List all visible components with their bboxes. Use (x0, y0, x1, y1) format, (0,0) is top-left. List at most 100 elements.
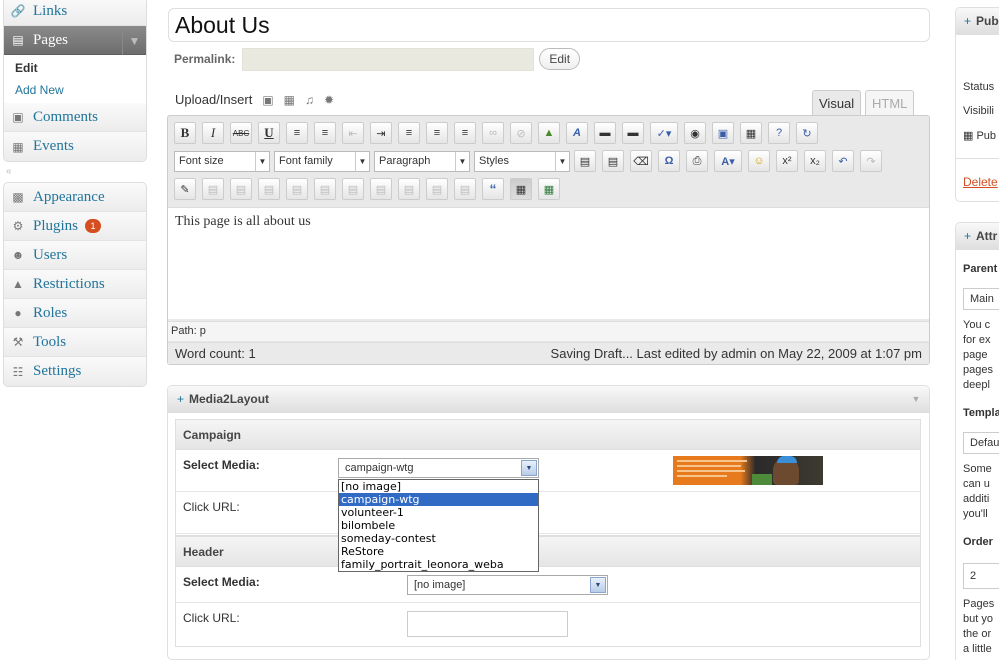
collapse-menu-icon[interactable]: « (6, 166, 12, 177)
print-icon[interactable]: ⎙ (686, 150, 708, 172)
fullscreen-icon[interactable]: ▣ (712, 122, 734, 144)
add-video-icon[interactable]: ▦ (284, 93, 295, 107)
insert-image-icon[interactable]: ▲ (538, 122, 560, 144)
blockquote-icon[interactable]: “ (482, 178, 504, 200)
insert-col-before-icon[interactable]: ▤ (342, 178, 364, 200)
add-audio-icon[interactable]: ♫ (305, 93, 314, 107)
menu-item-settings[interactable]: ☷ Settings (4, 357, 146, 386)
dropdown-option[interactable]: volunteer-1 (339, 506, 538, 519)
campaign-media-select[interactable]: campaign-wtg ▼ (338, 458, 539, 478)
insert-col-after-icon[interactable]: ▤ (370, 178, 392, 200)
remove-format-icon[interactable]: ⌫ (630, 150, 652, 172)
header-click-url-input[interactable] (407, 611, 568, 637)
link-icon[interactable]: ∞ (482, 122, 504, 144)
help-icon[interactable]: ? (768, 122, 790, 144)
add-media-icon[interactable]: ✹ (324, 93, 334, 107)
italic-button[interactable]: I (202, 122, 224, 144)
underline-button[interactable]: U (258, 122, 280, 144)
menu-item-pages[interactable]: ▤ Pages ▼ (4, 26, 146, 55)
dropdown-option[interactable]: ReStore (339, 545, 538, 558)
subscript-icon[interactable]: x₂ (804, 150, 826, 172)
indent-icon[interactable]: ⇥ (370, 122, 392, 144)
insert-table-icon[interactable]: ▦ (510, 178, 532, 200)
font-style-icon[interactable]: A (566, 122, 588, 144)
menu-label-comments: Comments (33, 108, 99, 125)
format-select[interactable]: Paragraph ▼ (374, 150, 470, 172)
font-family-select[interactable]: Font family ▼ (274, 150, 370, 172)
publish-box-header[interactable]: + Pub (956, 8, 999, 35)
delete-col-icon[interactable]: ▤ (398, 178, 420, 200)
text-color-icon[interactable]: A▾ (714, 150, 742, 172)
order-input[interactable]: 2 (963, 563, 999, 589)
align-center-icon[interactable]: ≡ (426, 122, 448, 144)
delete-link[interactable]: Delete (963, 175, 998, 189)
header-select-label: Select Media: (183, 575, 260, 589)
permalink-edit-button[interactable]: Edit (539, 48, 581, 70)
menu-item-events[interactable]: ▦ Events (4, 132, 146, 161)
paste-text-icon[interactable]: ▤ (574, 150, 596, 172)
tab-html[interactable]: HTML (865, 90, 915, 115)
undo-icon[interactable]: ↶ (832, 150, 854, 172)
edit-css-icon[interactable]: ✎ (174, 178, 196, 200)
title-input[interactable]: About Us (168, 8, 930, 42)
dropdown-option[interactable]: family_portrait_leonora_weba (339, 558, 538, 571)
menu-label-settings: Settings (33, 363, 82, 379)
dropdown-option[interactable]: bilombele (339, 519, 538, 532)
menu-item-roles[interactable]: ● Roles (4, 299, 146, 328)
menu-item-plugins[interactable]: ⚙ Plugins 1 (4, 212, 146, 241)
toolbar-toggle-icon[interactable]: ↻ (796, 122, 818, 144)
media-icon[interactable]: ▦ (538, 178, 560, 200)
editor-content[interactable]: This page is all about us (168, 207, 929, 319)
tab-visual[interactable]: Visual (812, 90, 862, 115)
special-char-icon[interactable]: Ω (658, 150, 680, 172)
cell-props-icon[interactable]: ▤ (230, 178, 252, 200)
media2layout-header[interactable]: + Media2Layout ▼ (168, 386, 929, 413)
menu-item-links[interactable]: 🔗 Links (4, 0, 146, 26)
split-cells-icon[interactable]: ▤ (426, 178, 448, 200)
paste-word-icon[interactable]: ▤ (602, 150, 624, 172)
unlink-icon[interactable]: ⊘ (510, 122, 532, 144)
dropdown-option[interactable]: [no image] (339, 480, 538, 493)
align-right-icon[interactable]: ≡ (454, 122, 476, 144)
expand-icon[interactable]: + (177, 392, 184, 406)
template-select[interactable]: Defau (963, 432, 999, 454)
find-icon[interactable]: ◉ (684, 122, 706, 144)
page-break-icon[interactable]: ▬ (622, 122, 644, 144)
superscript-icon[interactable]: x² (776, 150, 798, 172)
redo-icon[interactable]: ↷ (860, 150, 882, 172)
merge-cells-icon[interactable]: ▤ (454, 178, 476, 200)
strikethrough-button[interactable]: ABC (230, 122, 252, 144)
numbered-list-icon[interactable]: ≡ (314, 122, 336, 144)
header-media-select[interactable]: [no image] ▼ (407, 575, 608, 595)
submenu-item-edit[interactable]: Edit (4, 57, 146, 79)
row-props-icon[interactable]: ▤ (202, 178, 224, 200)
delete-row-icon[interactable]: ▤ (314, 178, 336, 200)
kitchen-sink-icon[interactable]: ▦ (740, 122, 762, 144)
parent-select[interactable]: Main (963, 288, 999, 310)
font-size-select[interactable]: Font size ▼ (174, 150, 270, 172)
spellcheck-icon[interactable]: ✓▾ (650, 122, 678, 144)
menu-item-users[interactable]: ☻ Users (4, 241, 146, 270)
menu-item-restrictions[interactable]: ▲ Restrictions (4, 270, 146, 299)
box-toggle-icon[interactable]: ▼ (907, 390, 925, 408)
dropdown-option[interactable]: someday-contest (339, 532, 538, 545)
emoticon-icon[interactable]: ☺ (748, 150, 770, 172)
insert-row-after-icon[interactable]: ▤ (286, 178, 308, 200)
insert-more-icon[interactable]: ▬ (594, 122, 616, 144)
insert-row-before-icon[interactable]: ▤ (258, 178, 280, 200)
styles-select[interactable]: Styles ▼ (474, 150, 570, 172)
permalink-url[interactable] (242, 47, 535, 71)
outdent-icon[interactable]: ⇤ (342, 122, 364, 144)
attributes-box-header[interactable]: + Attr (956, 223, 999, 250)
menu-item-appearance[interactable]: ▩ Appearance (4, 183, 146, 212)
submenu-item-add-new[interactable]: Add New (4, 79, 146, 101)
bullet-list-icon[interactable]: ≡ (286, 122, 308, 144)
menu-item-comments[interactable]: ▣ Comments (4, 103, 146, 132)
align-left-icon[interactable]: ≡ (398, 122, 420, 144)
dropdown-option-selected[interactable]: campaign-wtg (339, 493, 538, 506)
bold-button[interactable]: B (174, 122, 196, 144)
chevron-down-icon: ▼ (590, 577, 606, 593)
menu-item-tools[interactable]: ⚒ Tools (4, 328, 146, 357)
menu-toggle-arrow-icon[interactable]: ▼ (122, 26, 146, 55)
add-image-icon[interactable]: ▣ (262, 93, 273, 107)
